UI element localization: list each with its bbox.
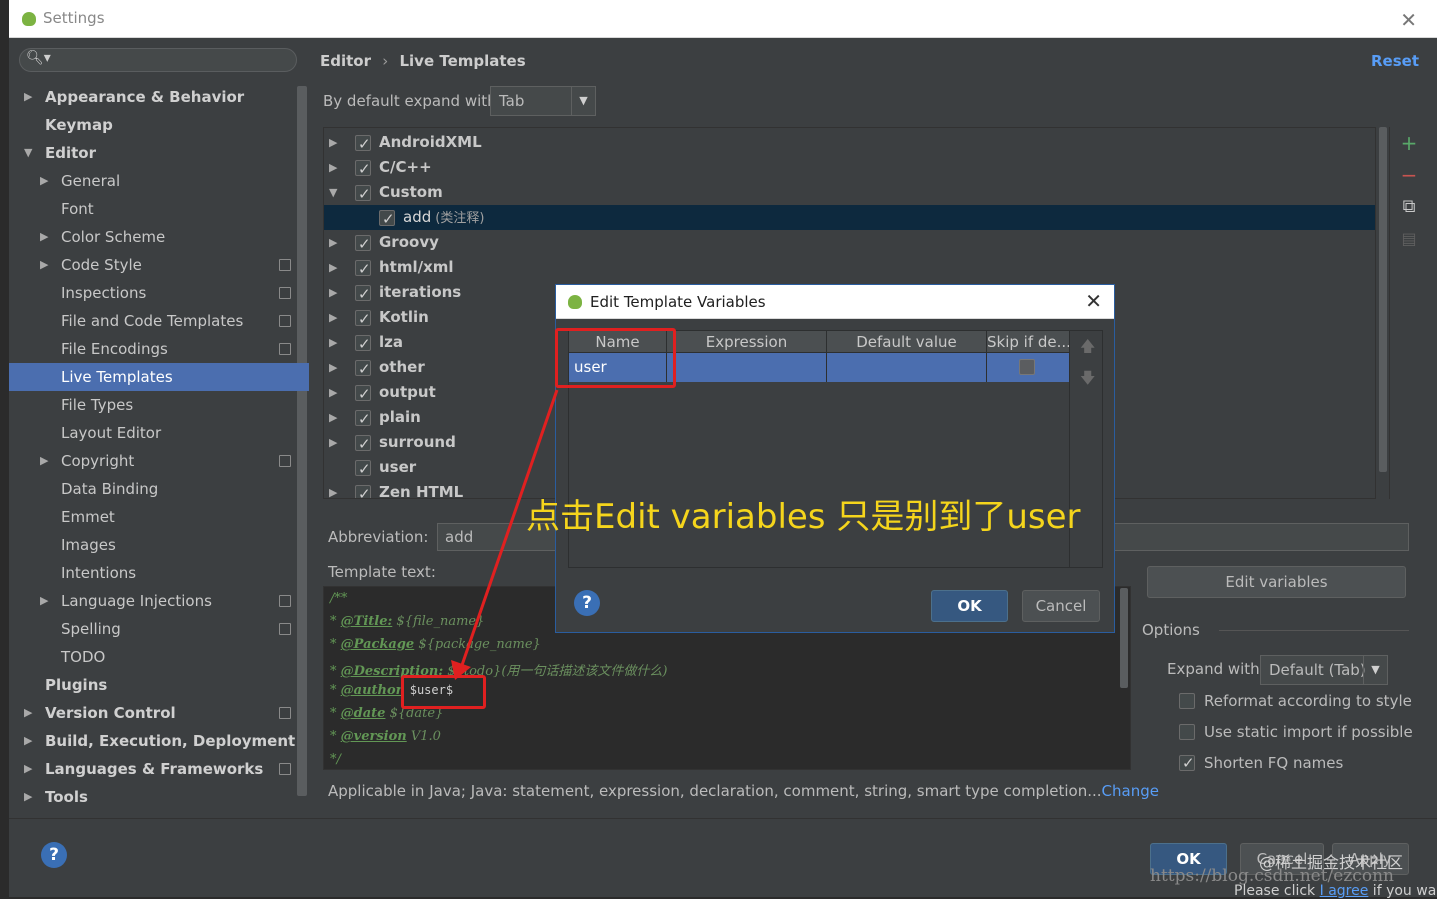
option-checkbox[interactable] (1179, 693, 1195, 709)
option-label: Reformat according to style (1204, 692, 1412, 710)
settings-window: Settings ✕ 🔍︎▾ ▶ Appearance & Behavior Key… (9, 0, 1437, 899)
option-checkbox[interactable] (1179, 724, 1195, 740)
option-label: Use static import if possible (1204, 723, 1413, 741)
option-checkbox[interactable] (1179, 752, 1195, 774)
option-label: Shorten FQ names (1204, 754, 1344, 772)
annotation-text: 点击Edit variables 只是别到了user (526, 497, 1081, 537)
